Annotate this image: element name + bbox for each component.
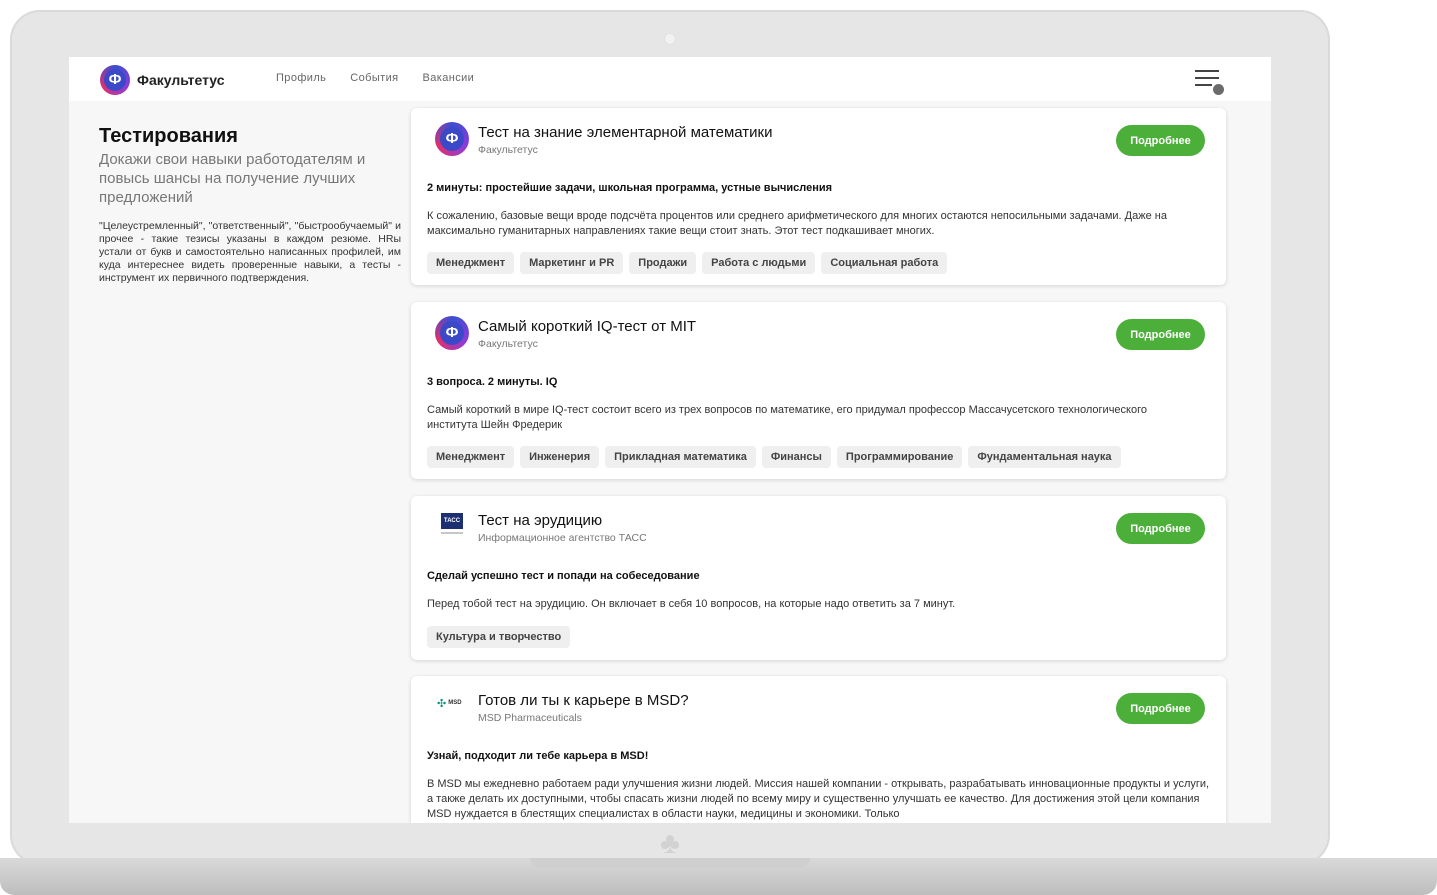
tag[interactable]: Фундаментальная наука — [968, 446, 1121, 468]
faculty-logo-icon: Ф — [435, 122, 469, 156]
card-title[interactable]: Тест на эрудицию — [478, 512, 602, 529]
card-headline: 3 вопроса. 2 минуты. IQ — [427, 376, 558, 388]
card-title[interactable]: Тест на знание элементарной математики — [478, 124, 772, 141]
page-subtitle: Докажи свои навыки работодателям и повыс… — [99, 151, 366, 206]
card-headline: 2 минуты: простейшие задачи, школьная пр… — [427, 182, 833, 194]
test-card: ✣ MSD Готов ли ты к карьере в MSD? MSD P… — [411, 676, 1226, 823]
menu-button[interactable] — [1195, 68, 1226, 97]
msd-logo-text: MSD — [448, 700, 462, 706]
test-card: ТАСС Тест на эрудицию Информационное аге… — [411, 496, 1226, 660]
tag[interactable]: Работа с людьми — [702, 252, 816, 274]
test-card: Ф Самый короткий IQ-тест от MIT Факульте… — [411, 302, 1226, 479]
app-name: Факультетус — [137, 72, 225, 88]
details-button[interactable]: Подробнее — [1116, 319, 1205, 350]
tag[interactable]: Менеджмент — [427, 446, 515, 468]
tag[interactable]: Финансы — [761, 446, 831, 468]
bottom-logo-icon: ♣ — [660, 827, 680, 860]
logo-letter: Ф — [104, 69, 126, 91]
card-description: К сожалению, базовые вещи вроде подсчёта… — [427, 210, 1167, 237]
msd-logo-icon: ✣ MSD — [437, 697, 462, 710]
card-company: Факультетус — [478, 338, 538, 350]
tass-logo-icon: ТАСС — [441, 513, 463, 541]
nav-profile[interactable]: Профиль — [276, 72, 326, 84]
logo-letter: Ф — [440, 321, 464, 345]
tag[interactable]: Маркетинг и PR — [520, 252, 624, 274]
details-button[interactable]: Подробнее — [1116, 693, 1205, 724]
card-headline: Сделай успешно тест и попади на собеседо… — [427, 570, 700, 582]
card-title[interactable]: Готов ли ты к карьере в MSD? — [478, 692, 689, 709]
card-company: MSD Pharmaceuticals — [478, 712, 582, 724]
card-description: Самый короткий в мире IQ-тест состоит вс… — [427, 404, 1147, 431]
tag-list: Менеджмент Маркетинг и PR Продажи Работа… — [427, 252, 948, 274]
tag[interactable]: Прикладная математика — [605, 446, 756, 468]
tag-list: Культура и творчество — [427, 626, 571, 648]
top-navbar: Ф Факультетус Профиль События Вакансии — [69, 57, 1271, 101]
card-title[interactable]: Самый короткий IQ-тест от MIT — [478, 318, 696, 335]
logo-letter: Ф — [440, 127, 464, 151]
card-company: Факультетус — [478, 144, 538, 156]
test-card: Ф Тест на знание элементарной математики… — [411, 108, 1226, 285]
menu-line-icon — [1195, 70, 1219, 72]
details-button[interactable]: Подробнее — [1116, 513, 1205, 544]
nav-vacancies[interactable]: Вакансии — [423, 72, 475, 84]
tag[interactable]: Продажи — [629, 252, 697, 274]
tag[interactable]: Инженерия — [520, 446, 600, 468]
details-button[interactable]: Подробнее — [1116, 125, 1205, 156]
tag-list: Менеджмент Инженерия Прикладная математи… — [427, 446, 1121, 468]
app-logo[interactable]: Ф Факультетус — [100, 65, 225, 95]
tag[interactable]: Менеджмент — [427, 252, 515, 274]
screen: Ф Факультетус Профиль События Вакансии Т… — [69, 57, 1271, 823]
tag[interactable]: Культура и творчество — [427, 626, 571, 648]
app-logo-icon: Ф — [100, 65, 130, 95]
menu-line-icon — [1195, 84, 1212, 86]
faculty-logo-icon: Ф — [435, 316, 469, 350]
card-description: Перед тобой тест на эрудицию. Он включае… — [427, 598, 956, 610]
card-headline: Узнай, подходит ли тебе карьера в MSD! — [427, 750, 649, 762]
card-description: В MSD мы ежедневно работаем ради улучшен… — [427, 778, 1210, 820]
tag[interactable]: Социальная работа — [821, 252, 948, 274]
page-description: "Целеустремленный", "ответственный", "бы… — [99, 220, 401, 284]
page-title: Тестирования — [99, 125, 238, 147]
main-nav: Профиль События Вакансии — [276, 72, 474, 84]
camera-dot — [664, 33, 676, 45]
nav-events[interactable]: События — [350, 72, 398, 84]
tass-logo-text: ТАСС — [441, 513, 463, 529]
menu-line-icon — [1195, 77, 1219, 79]
avatar[interactable] — [1211, 82, 1226, 97]
tag[interactable]: Программирование — [836, 446, 963, 468]
card-company: Информационное агентство ТАСС — [478, 532, 647, 544]
intro-section: Тестирования Докажи свои навыки работода… — [99, 125, 401, 285]
